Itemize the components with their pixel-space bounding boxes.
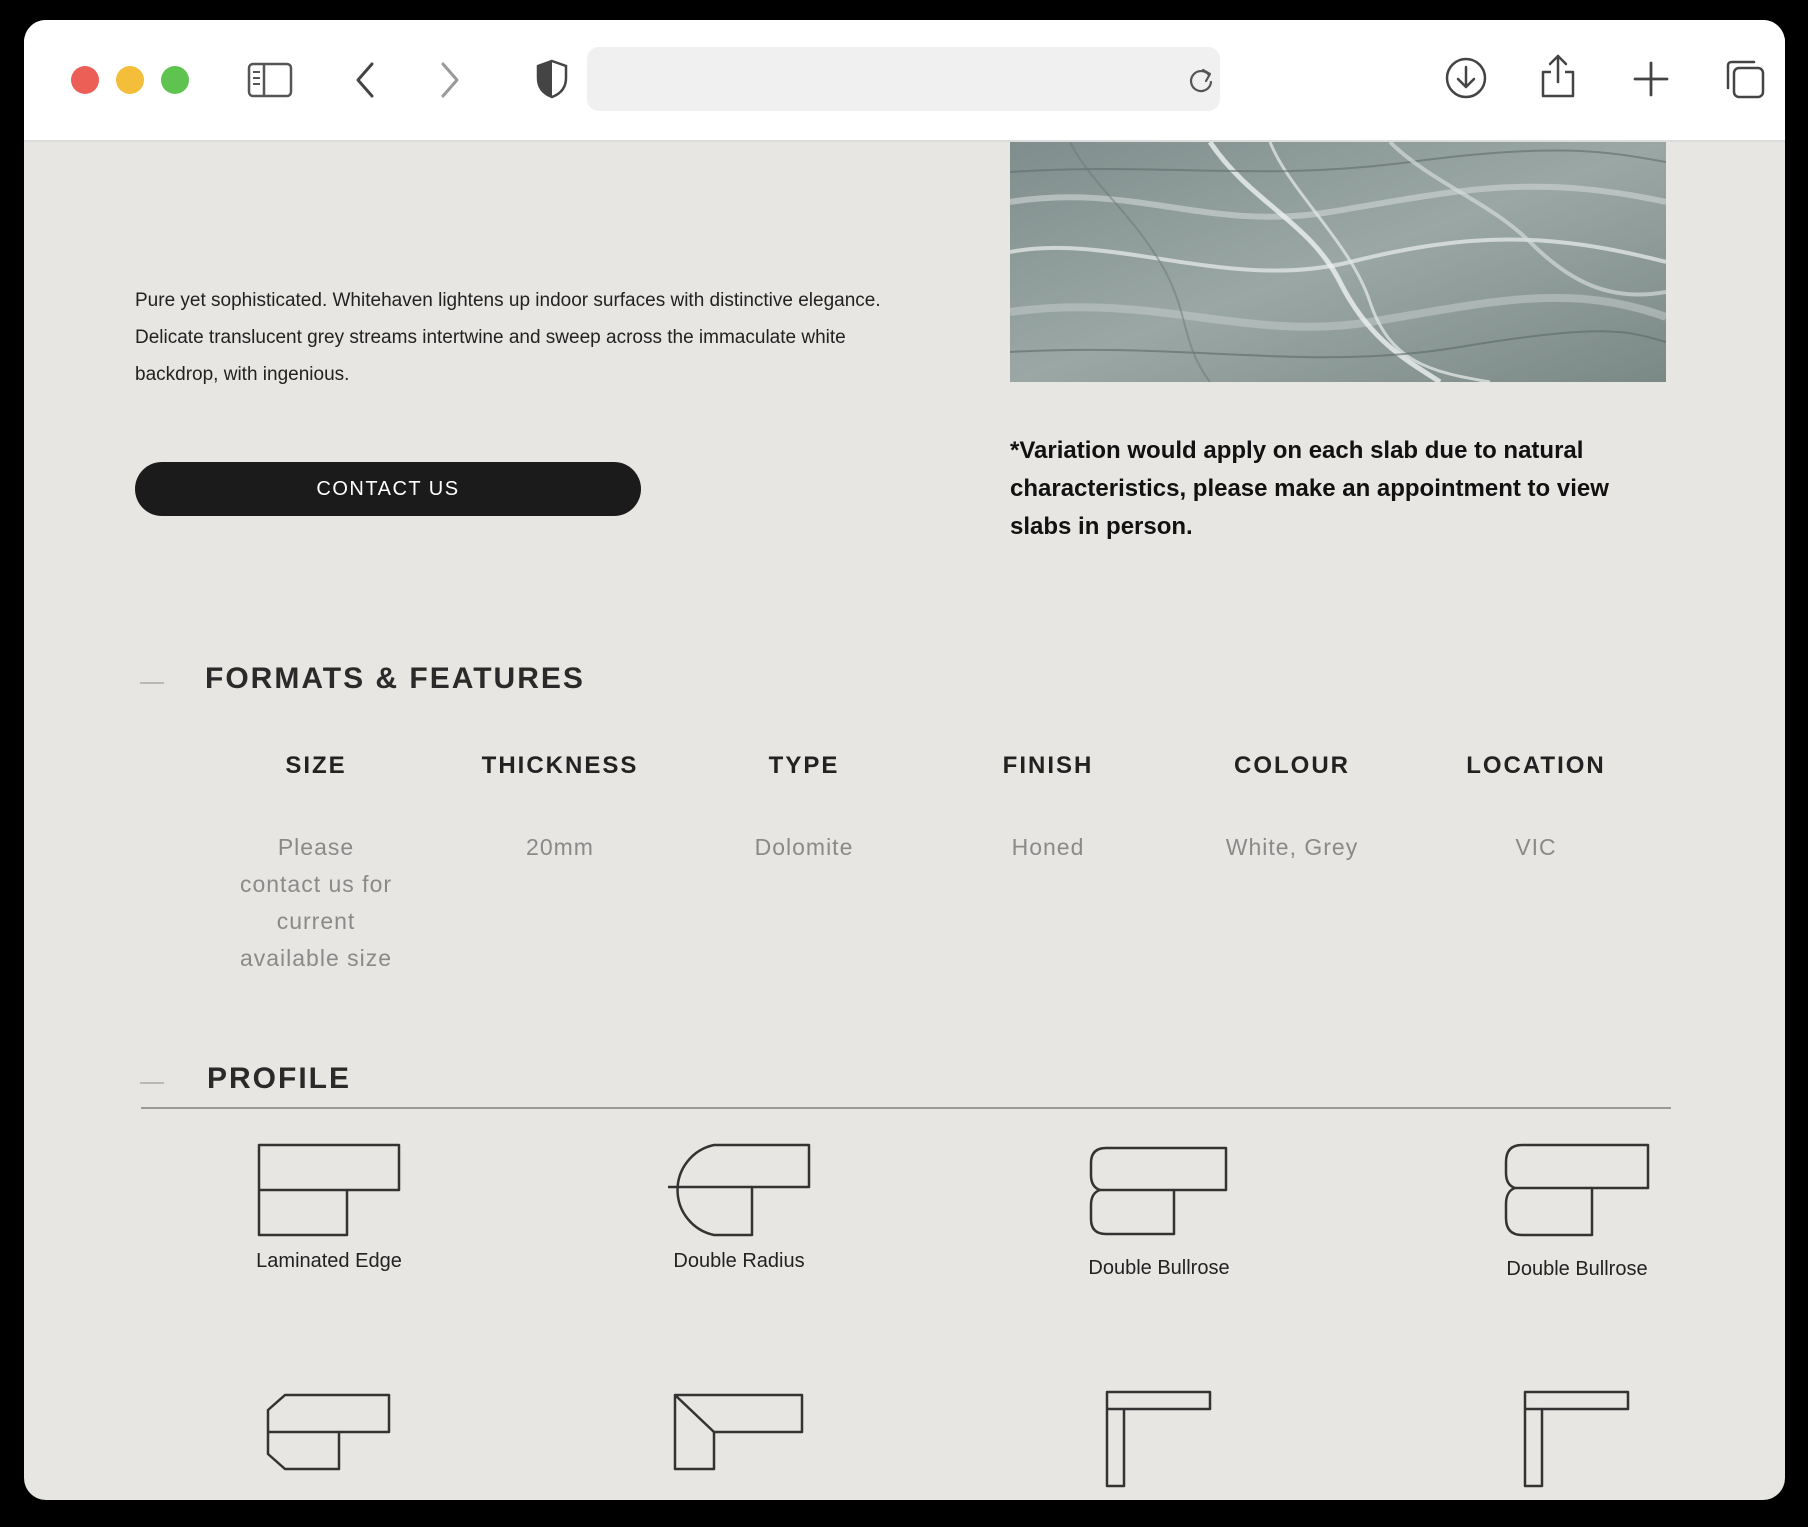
spec-colour: COLOUR White, Grey bbox=[1170, 747, 1414, 866]
profile-label: Laminated Edge bbox=[256, 1250, 402, 1272]
marble-texture bbox=[1010, 142, 1666, 382]
profile-double-bullrose-2[interactable]: Double Bullrose bbox=[1472, 1142, 1682, 1285]
spec-value: Dolomite bbox=[754, 834, 854, 860]
browser-toolbar bbox=[24, 20, 1785, 142]
apron-edge-icon bbox=[1523, 1390, 1630, 1488]
spec-value: 20mm bbox=[526, 834, 594, 860]
spec-head: LOCATION bbox=[1466, 752, 1606, 779]
spec-thickness: THICKNESS 20mm bbox=[438, 747, 682, 866]
spec-size: SIZE Please contact us for current avail… bbox=[194, 747, 438, 977]
spec-head: FINISH bbox=[1002, 752, 1094, 779]
spec-head: TYPE bbox=[768, 752, 840, 779]
minimize-window-button[interactable] bbox=[116, 66, 144, 94]
download-icon[interactable] bbox=[1444, 56, 1488, 100]
address-bar[interactable] bbox=[587, 47, 1220, 111]
sidebar-icon[interactable] bbox=[247, 62, 293, 98]
profile-mitred[interactable] bbox=[634, 1392, 844, 1478]
double-bullrose-icon bbox=[1089, 1146, 1228, 1236]
close-window-button[interactable] bbox=[71, 66, 99, 94]
share-icon[interactable] bbox=[1538, 52, 1578, 100]
spec-type: TYPE Dolomite bbox=[682, 747, 926, 866]
double-bullrose-icon bbox=[1504, 1143, 1650, 1237]
spec-location: LOCATION VIC bbox=[1414, 747, 1658, 866]
profile-bevel[interactable] bbox=[224, 1392, 434, 1478]
marble-slab-image bbox=[1010, 142, 1666, 382]
spec-value: Please contact us for current available … bbox=[239, 834, 393, 971]
laminated-edge-icon bbox=[257, 1143, 401, 1237]
profile-apron-2[interactable] bbox=[1472, 1389, 1682, 1495]
profile-double-radius[interactable]: Double Radius bbox=[634, 1142, 844, 1277]
profile-label: Double Bullrose bbox=[1506, 1258, 1648, 1280]
spec-finish: FINISH Honed bbox=[926, 747, 1170, 866]
profile-divider bbox=[141, 1107, 1671, 1109]
profile-title: PROFILE bbox=[207, 1062, 352, 1095]
plus-icon[interactable] bbox=[1632, 60, 1670, 98]
profile-double-bullrose-1[interactable]: Double Bullrose bbox=[1054, 1145, 1264, 1284]
product-description: Pure yet sophisticated. Whitehaven light… bbox=[135, 290, 881, 385]
zoom-window-button[interactable] bbox=[161, 66, 189, 94]
formats-dash bbox=[140, 682, 164, 684]
profile-laminated-edge[interactable]: Laminated Edge bbox=[224, 1142, 434, 1277]
profile-label: Double Bullrose bbox=[1088, 1257, 1230, 1279]
spec-value: Honed bbox=[1011, 834, 1085, 860]
spec-head: THICKNESS bbox=[481, 752, 639, 779]
spec-value: VIC bbox=[1515, 834, 1557, 860]
bevel-edge-icon bbox=[266, 1393, 391, 1471]
contact-us-button[interactable]: CONTACT US bbox=[135, 462, 641, 516]
apron-edge-icon bbox=[1105, 1390, 1212, 1488]
tabs-icon[interactable] bbox=[1724, 58, 1766, 100]
mitred-edge-icon bbox=[673, 1393, 804, 1471]
back-icon[interactable] bbox=[352, 60, 380, 100]
forward-icon[interactable] bbox=[435, 60, 463, 100]
spec-head: COLOUR bbox=[1234, 752, 1350, 779]
variation-note: *Variation would apply on each slab due … bbox=[1010, 437, 1609, 540]
spec-head: SIZE bbox=[285, 752, 347, 779]
double-radius-icon bbox=[668, 1143, 811, 1237]
reload-icon[interactable] bbox=[1187, 65, 1215, 95]
profile-apron-1[interactable] bbox=[1054, 1389, 1264, 1495]
profile-dash bbox=[140, 1082, 164, 1084]
page-content: Pure yet sophisticated. Whitehaven light… bbox=[24, 142, 1785, 1500]
formats-title: FORMATS & FEATURES bbox=[205, 662, 585, 695]
spec-value: White, Grey bbox=[1225, 834, 1359, 860]
profile-label: Double Radius bbox=[673, 1250, 805, 1272]
shield-icon[interactable] bbox=[534, 58, 570, 100]
browser-window: Pure yet sophisticated. Whitehaven light… bbox=[24, 20, 1785, 1500]
